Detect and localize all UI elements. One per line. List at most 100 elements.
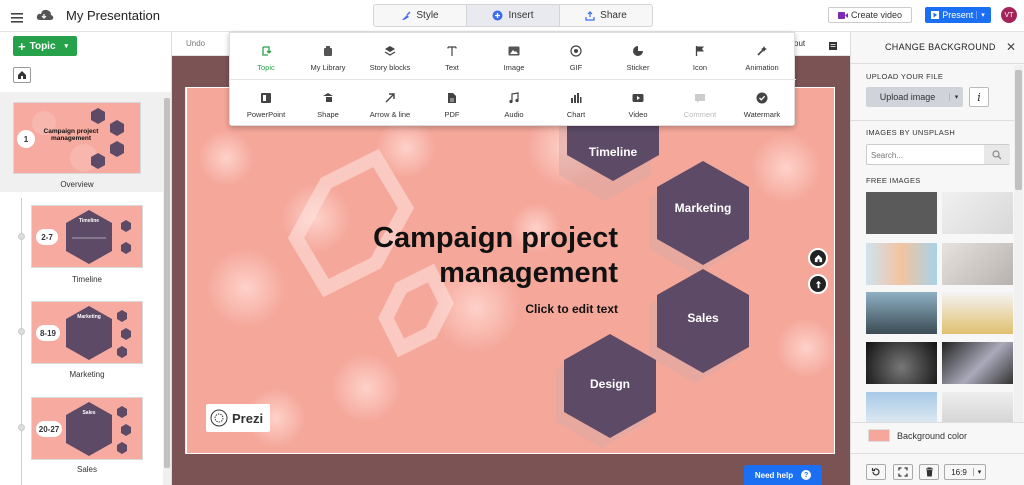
slide-title-line1: Campaign project — [373, 222, 618, 254]
layers-icon — [384, 45, 396, 57]
free-image-tile[interactable] — [942, 342, 1013, 384]
insert-topic[interactable]: Topic — [235, 45, 297, 72]
free-image-tile[interactable] — [866, 243, 937, 285]
slide-canvas[interactable]: Timeline Marketing Sales Design Campaign… — [185, 87, 835, 454]
tab-insert[interactable]: Insert — [467, 5, 560, 26]
powerpoint-icon — [260, 92, 272, 104]
insert-watermark-label: Watermark — [743, 110, 781, 119]
upload-dropdown-icon[interactable]: ▾ — [949, 93, 963, 101]
free-image-tile[interactable] — [942, 192, 1013, 234]
topic-label-marketing: Marketing — [69, 370, 105, 379]
insert-watermark[interactable]: Watermark — [731, 92, 793, 119]
insert-icon[interactable]: Icon — [669, 45, 731, 72]
sidebar-scrollbar-thumb[interactable] — [164, 98, 170, 468]
cloud-sync-icon[interactable] — [36, 8, 54, 27]
free-image-tile[interactable] — [866, 392, 937, 422]
topic-thumb-inner-title: Marketing — [77, 314, 101, 320]
free-image-tile[interactable] — [942, 243, 1013, 285]
insert-image[interactable]: Image — [483, 45, 545, 72]
present-button[interactable]: Present ▾ — [925, 7, 991, 23]
free-image-tile[interactable] — [866, 292, 937, 334]
topic-dot — [18, 233, 25, 240]
chevron-down-icon[interactable]: ▾ — [65, 42, 69, 50]
free-image-tile[interactable] — [866, 342, 937, 384]
panel-divider — [851, 63, 1024, 64]
insert-arrow-line[interactable]: Arrow & line — [359, 92, 421, 119]
create-video-button[interactable]: Create video — [828, 7, 912, 23]
insert-audio[interactable]: Audio — [483, 92, 545, 119]
add-topic-button[interactable]: + Topic ▾ — [13, 36, 77, 56]
presentation-title[interactable]: My Presentation — [66, 8, 160, 23]
top-bar: My Presentation Style Insert Share Creat… — [0, 0, 1024, 32]
insert-sticker[interactable]: Sticker — [607, 45, 669, 72]
free-image-tile[interactable] — [942, 292, 1013, 334]
aspect-ratio-select[interactable]: 16:9 ▾ — [944, 464, 986, 480]
create-video-label: Create video — [850, 10, 903, 20]
topic-badge: 20-27 — [36, 421, 62, 437]
topic-thumb-inner-title: Sales — [82, 410, 96, 416]
fit-screen-icon[interactable] — [893, 464, 913, 480]
unsplash-search[interactable] — [866, 144, 1010, 165]
need-help-button[interactable]: Need help ? — [744, 465, 822, 485]
chevron-down-icon[interactable]: ▾ — [973, 468, 985, 476]
avatar[interactable]: VT — [1001, 7, 1017, 23]
undo-button[interactable]: Undo — [186, 39, 205, 48]
tab-share[interactable]: Share — [560, 5, 652, 26]
topic-thumb-inner-title: Timeline — [78, 218, 100, 224]
insert-sticker-label: Sticker — [626, 63, 650, 72]
panel-divider — [851, 453, 1024, 454]
topic-thumbnail-timeline[interactable]: 2-7 Timeline — [31, 205, 143, 268]
insert-shape[interactable]: Shape — [297, 92, 359, 119]
slide-title[interactable]: Campaign project management — [286, 221, 618, 291]
insert-chart[interactable]: Chart — [545, 92, 607, 119]
insert-pdf[interactable]: PDF — [421, 92, 483, 119]
reset-icon[interactable] — [866, 464, 886, 480]
topic-thumbnail-marketing[interactable]: 8-19 Marketing — [31, 301, 143, 364]
insert-animation-label: Animation — [745, 63, 779, 72]
insert-shape-label: Shape — [317, 110, 339, 119]
close-icon[interactable]: ✕ — [1006, 40, 1016, 54]
hex-sales[interactable]: Sales — [649, 269, 749, 383]
present-dropdown-icon[interactable]: ▾ — [976, 11, 985, 19]
insert-powerpoint[interactable]: PowerPoint — [235, 92, 297, 119]
insert-story-blocks[interactable]: Story blocks — [359, 45, 421, 72]
animation-icon — [756, 45, 768, 57]
topic-thumbnail-sales[interactable]: 20-27 Sales — [31, 397, 143, 460]
share-icon — [585, 10, 595, 21]
upload-image-button[interactable]: Upload image ▾ — [866, 87, 963, 107]
home-nav-icon[interactable] — [808, 248, 828, 268]
insert-text[interactable]: Text — [421, 45, 483, 72]
plus-icon: + — [18, 38, 26, 54]
insert-video[interactable]: Video — [607, 92, 669, 119]
free-image-tile[interactable] — [942, 392, 1013, 422]
search-input[interactable] — [871, 148, 981, 162]
hex-design[interactable]: Design — [556, 334, 656, 448]
search-icon[interactable] — [984, 145, 1010, 164]
insert-gif[interactable]: GIF — [545, 45, 607, 72]
insert-audio-label: Audio — [504, 110, 524, 119]
trash-icon[interactable] — [919, 464, 939, 480]
comment-icon — [694, 92, 706, 104]
insert-pdf-label: PDF — [444, 110, 460, 119]
insert-my-library[interactable]: My Library — [297, 45, 359, 72]
notes-icon[interactable] — [828, 38, 838, 56]
slide-subtitle[interactable]: Click to edit text — [416, 302, 618, 316]
background-color-label: Background color — [897, 431, 968, 441]
home-icon[interactable] — [13, 67, 31, 83]
topic-dot — [18, 328, 25, 335]
overview-thumbnail[interactable]: 1 Campaign project management — [13, 102, 141, 174]
panel-scrollbar-thumb[interactable] — [1015, 70, 1022, 190]
video-camera-icon — [837, 11, 848, 19]
tab-style[interactable]: Style — [374, 5, 467, 26]
info-icon[interactable]: i — [969, 87, 989, 107]
background-color-swatch[interactable] — [868, 429, 890, 442]
hamburger-menu-icon[interactable] — [11, 10, 23, 28]
insert-arrow-line-label: Arrow & line — [369, 110, 411, 119]
library-icon — [323, 45, 333, 57]
hex-marketing[interactable]: Marketing — [649, 161, 749, 275]
topic-label-sales: Sales — [76, 465, 97, 474]
flag-icon — [695, 45, 705, 57]
back-nav-icon[interactable] — [808, 274, 828, 294]
insert-animation[interactable]: Animation — [731, 45, 793, 72]
free-image-tile[interactable] — [866, 192, 937, 234]
